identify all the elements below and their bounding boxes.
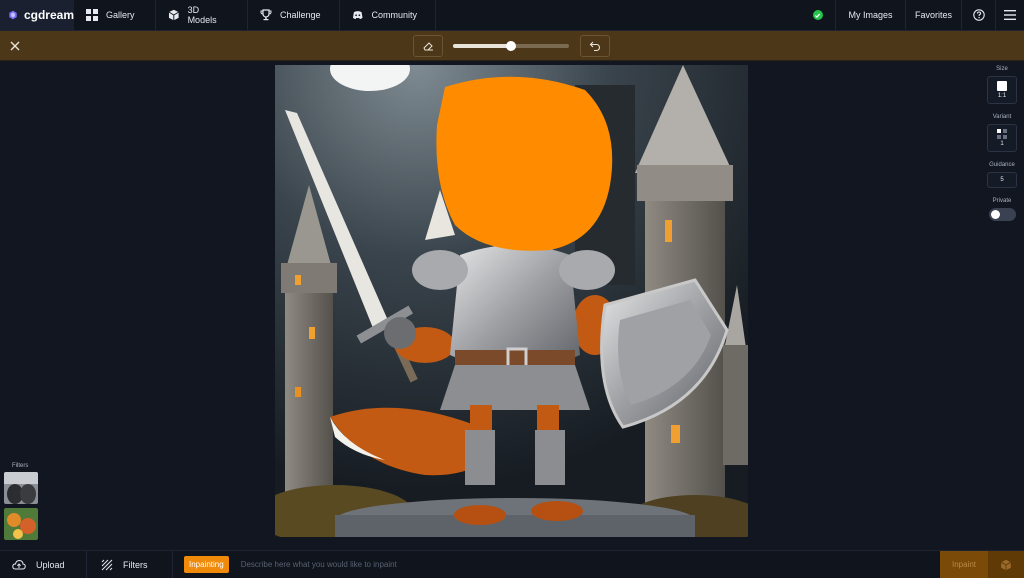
menu-icon: [1004, 10, 1016, 20]
brand-name: cgdream: [23, 8, 74, 22]
brand-logo-link[interactable]: cgdream: [0, 0, 74, 30]
eraser-button[interactable]: [413, 35, 443, 57]
nav-challenge[interactable]: Challenge: [248, 0, 340, 30]
connection-status: [800, 0, 836, 30]
variant-label: Variant: [992, 114, 1012, 120]
size-selector[interactable]: 1:1: [987, 76, 1017, 104]
mode-selector[interactable]: Inpainting: [173, 551, 229, 578]
private-label: Private: [992, 198, 1012, 204]
upload-label: Upload: [36, 559, 65, 570]
close-button[interactable]: [6, 37, 24, 55]
private-toggle-knob: [990, 210, 1000, 219]
credits-button[interactable]: [988, 551, 1024, 578]
brush-size-slider-fill: [453, 44, 511, 48]
help-icon: [972, 9, 985, 21]
nav-3d-models[interactable]: 3D Models: [156, 0, 248, 30]
close-icon: [10, 41, 20, 51]
variant-value: 1: [1000, 141, 1004, 147]
generated-image: [275, 65, 748, 537]
grid-icon: [86, 9, 98, 21]
brush-size-slider[interactable]: [453, 41, 569, 51]
cube-icon: [168, 9, 179, 21]
my-images-button[interactable]: My Images: [836, 0, 906, 30]
prompt-field-wrapper: [229, 551, 940, 578]
undo-button[interactable]: [580, 35, 610, 57]
settings-panel: Size 1:1 Variant 1 Guidance 5 Private: [985, 66, 1019, 221]
square-aspect-icon: [997, 81, 1007, 91]
inpaint-button[interactable]: Inpaint: [940, 551, 988, 578]
cgdream-logo-icon: [9, 10, 17, 20]
nav-gallery[interactable]: Gallery: [74, 0, 156, 30]
nav-community-label: Community: [371, 10, 417, 20]
filters-label: Filters: [123, 559, 148, 570]
top-navigation-bar: cgdream Gallery 3D Models Challenge Comm…: [0, 0, 1024, 31]
filters-icon: [101, 559, 113, 570]
nav-challenge-label: Challenge: [280, 10, 321, 20]
mode-pill[interactable]: Inpainting: [184, 556, 229, 573]
private-toggle[interactable]: [988, 208, 1016, 221]
upload-button[interactable]: Upload: [0, 551, 87, 578]
nav-gallery-label: Gallery: [106, 10, 135, 20]
filter-thumbnail[interactable]: [4, 472, 38, 504]
brush-size-slider-handle[interactable]: [506, 41, 516, 51]
undo-icon: [589, 41, 600, 52]
filters-thumbnails: Filters: [4, 463, 40, 544]
inpaint-canvas[interactable]: [275, 65, 748, 537]
cloud-upload-icon: [12, 559, 26, 570]
guidance-label: Guidance: [989, 162, 1015, 168]
filters-mini-label: Filters: [12, 463, 29, 469]
nav-3d-models-label: 3D Models: [187, 5, 217, 25]
cube-credits-icon: [1000, 559, 1012, 570]
filter-thumbnail[interactable]: [4, 508, 38, 540]
discord-icon: [352, 11, 363, 19]
guidance-value[interactable]: 5: [987, 172, 1017, 188]
inpaint-mask: [436, 76, 613, 251]
nav-community[interactable]: Community: [340, 0, 436, 30]
variant-grid-icon: [997, 129, 1007, 139]
filters-button[interactable]: Filters: [87, 551, 173, 578]
check-circle-icon: [812, 10, 823, 20]
inpaint-toolbar: [0, 31, 1024, 61]
hamburger-menu-button[interactable]: [996, 0, 1024, 30]
bottom-prompt-bar: Upload Filters Inpainting Inpaint: [0, 550, 1024, 578]
help-button[interactable]: [962, 0, 996, 30]
inpaint-prompt-input[interactable]: [240, 560, 940, 569]
eraser-icon: [423, 42, 433, 51]
trophy-icon: [260, 9, 272, 21]
favorites-button[interactable]: Favorites: [906, 0, 962, 30]
variant-selector[interactable]: 1: [987, 124, 1017, 152]
size-value: 1:1: [997, 93, 1007, 99]
size-label: Size: [996, 66, 1008, 72]
